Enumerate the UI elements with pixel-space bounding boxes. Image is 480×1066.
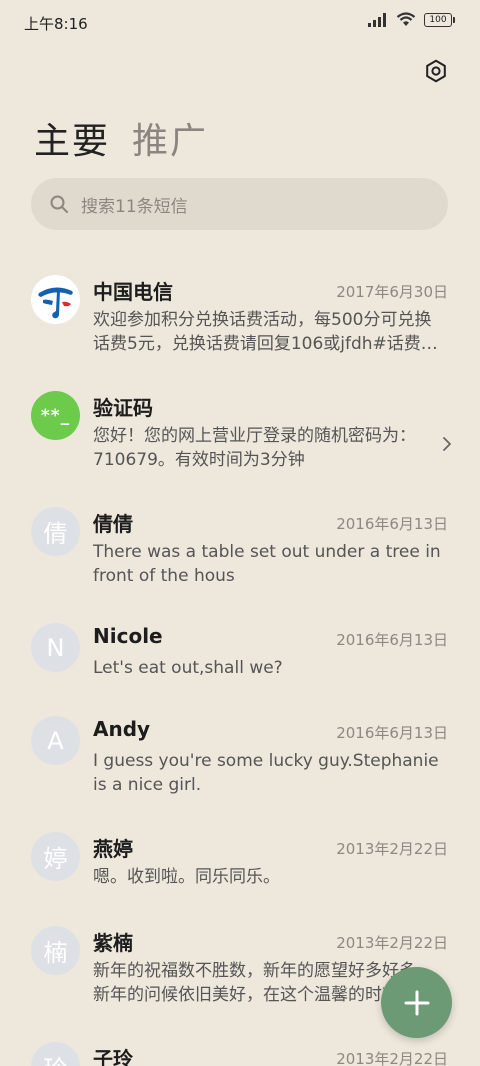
conversation-name: 倩倩	[93, 512, 133, 536]
tab-primary[interactable]: 主要	[34, 112, 110, 164]
conversation-date: 2016年6月13日	[336, 724, 448, 742]
conversation-date: 2013年2月22日	[336, 840, 448, 858]
china-telecom-logo-icon	[31, 275, 80, 324]
conversation-preview: Let's eat out,shall we?	[93, 658, 283, 678]
contact-avatar: 玲	[31, 1042, 80, 1066]
conversation-name: 子玲	[93, 1047, 133, 1066]
contact-avatar: N	[31, 623, 80, 672]
contact-avatar: A	[31, 716, 80, 765]
conversation-row[interactable]: 婷 燕婷 2013年2月22日 嗯。收到啦。同乐同乐。	[0, 819, 480, 907]
conversation-name: 验证码	[93, 396, 153, 420]
new-message-button[interactable]	[381, 967, 452, 1038]
settings-button[interactable]	[422, 57, 450, 85]
signal-icon	[368, 12, 386, 27]
wifi-icon	[396, 12, 416, 26]
conversation-date: 2016年6月13日	[336, 515, 448, 533]
status-time: 上午8:16	[24, 15, 88, 33]
contact-avatar: 倩	[31, 507, 80, 556]
plus-icon	[404, 990, 429, 1015]
chevron-right-icon	[443, 437, 451, 451]
conversation-date: 2013年2月22日	[336, 934, 448, 952]
conversation-preview: There was a table set out under a tree i…	[93, 542, 441, 586]
conversation-name: 中国电信	[93, 280, 173, 304]
conversation-preview: I guess you're some lucky guy.Stephanie …	[93, 751, 439, 795]
tab-bar: 主要 推广	[34, 112, 208, 164]
search-bar[interactable]: 搜索11条短信	[31, 178, 448, 230]
contact-avatar: 婷	[31, 832, 80, 881]
conversation-name: Andy	[93, 717, 151, 741]
conversation-row[interactable]: 中国电信 2017年6月30日 欢迎参加积分兑换话费活动，每500分可兑换话费5…	[0, 262, 480, 372]
status-icons: 100	[368, 12, 455, 27]
conversation-name: 紫楠	[93, 931, 133, 955]
conversation-preview: 您好！您的网上营业厅登录的随机密码为：710679。有效时间为3分钟	[93, 426, 416, 470]
conversation-row[interactable]: N Nicole 2016年6月13日 Let's eat out,shall …	[0, 610, 480, 698]
conversation-row[interactable]: 倩 倩倩 2016年6月13日 There was a table set ou…	[0, 494, 480, 604]
conversation-date: 2017年6月30日	[336, 283, 448, 301]
verification-code-avatar: **_	[31, 391, 80, 440]
conversation-row[interactable]: A Andy 2016年6月13日 I guess you're some lu…	[0, 703, 480, 813]
conversation-date: 2016年6月13日	[336, 631, 448, 649]
tab-promotions[interactable]: 推广	[132, 112, 208, 164]
battery-indicator: 100	[424, 12, 455, 27]
conversation-preview: 嗯。收到啦。同乐同乐。	[93, 867, 280, 887]
conversation-name: 燕婷	[93, 837, 133, 861]
search-icon	[50, 195, 68, 213]
contact-avatar: 楠	[31, 926, 80, 975]
conversation-preview: 欢迎参加积分兑换话费活动，每500分可兑换话费5元，兑换话费请回复106或jfd…	[93, 310, 438, 354]
conversation-date: 2013年2月22日	[336, 1050, 448, 1066]
conversation-name: Nicole	[93, 624, 163, 648]
conversation-row[interactable]: **_ 验证码 您好！您的网上营业厅登录的随机密码为：710679。有效时间为3…	[0, 378, 480, 488]
status-bar: 上午8:16 100	[0, 0, 480, 46]
search-input[interactable]: 搜索11条短信	[81, 192, 188, 217]
settings-gear-icon	[426, 59, 446, 83]
